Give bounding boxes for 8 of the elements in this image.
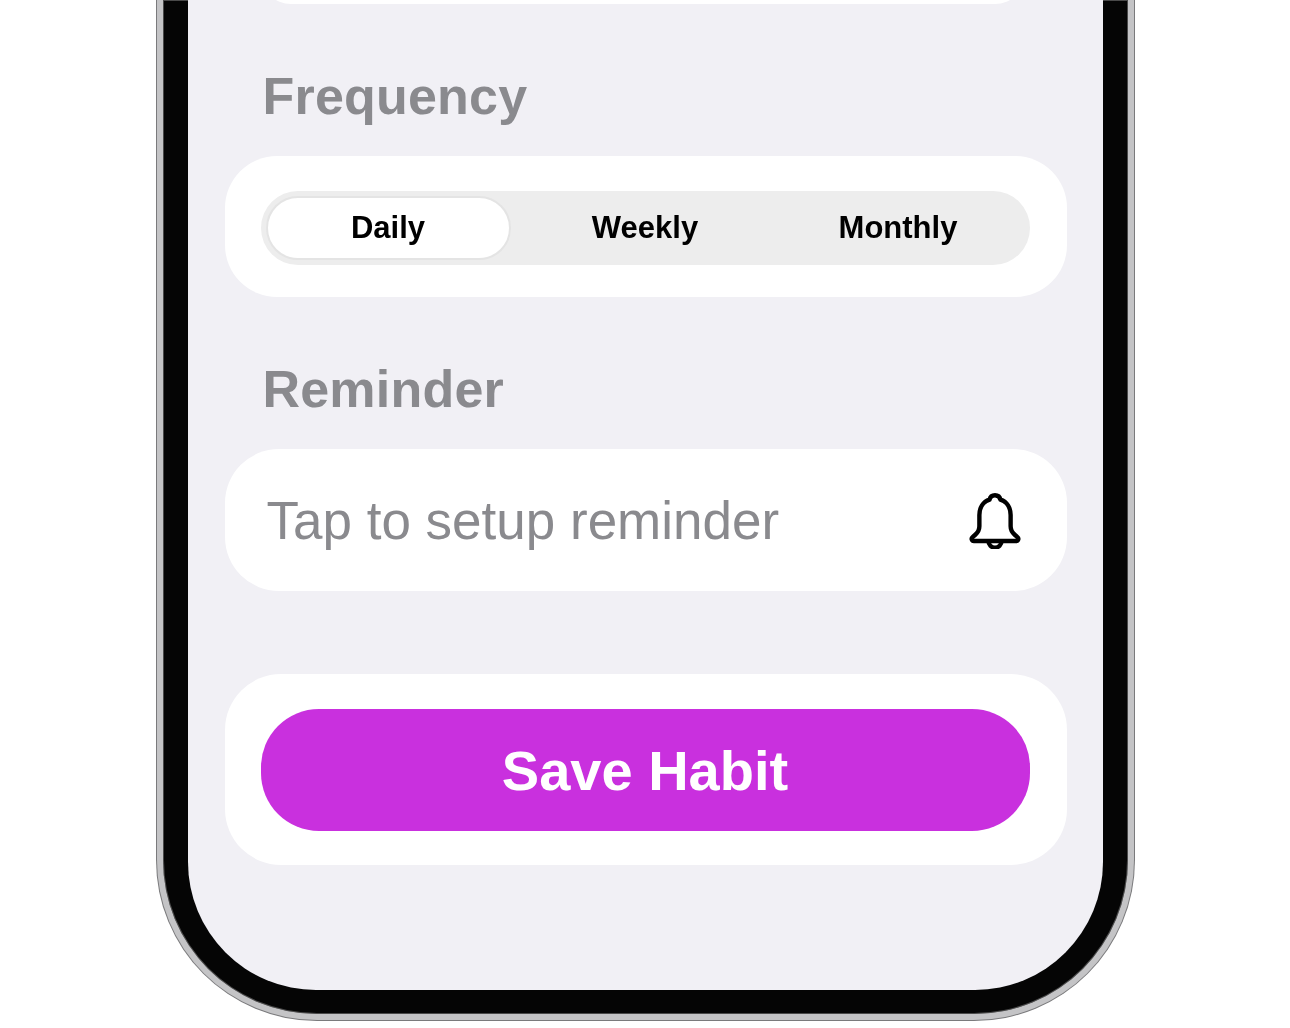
save-button[interactable]: Save Habit: [260, 709, 1030, 831]
section-heading: Reminder: [262, 359, 504, 419]
segment-tab[interactable]: Monthly: [771, 196, 1025, 260]
bell-icon: [968, 492, 1021, 549]
segment-tab[interactable]: Weekly: [518, 196, 772, 260]
segment-tab[interactable]: Daily: [265, 196, 511, 260]
reminder-field[interactable]: Tap to setup reminder: [224, 449, 1067, 591]
section-heading: Frequency: [262, 66, 528, 126]
